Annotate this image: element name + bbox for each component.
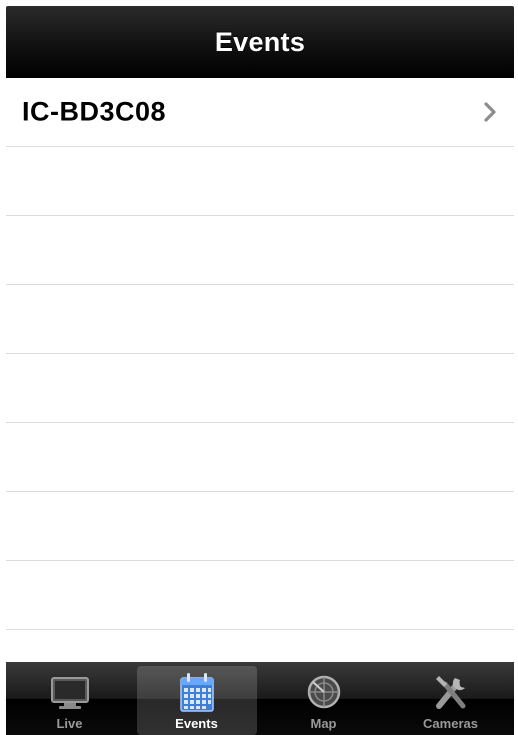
calendar-icon	[179, 673, 214, 712]
tab-map[interactable]: Map	[264, 662, 384, 735]
tab-label: Cameras	[423, 716, 478, 731]
tab-cameras[interactable]: Cameras	[391, 662, 511, 735]
list-row-empty	[6, 354, 514, 423]
list-row-empty	[6, 561, 514, 630]
list-row-empty	[6, 630, 514, 662]
page-title: Events	[214, 26, 306, 57]
tv-icon	[50, 677, 89, 709]
events-list: IC-BD3C08	[6, 78, 514, 662]
list-row-empty	[6, 285, 514, 354]
list-row-empty	[6, 423, 514, 492]
chevron-right-icon	[484, 102, 496, 122]
list-item-camera[interactable]: IC-BD3C08	[6, 78, 514, 147]
tab-label: Events	[175, 716, 218, 731]
navigation-bar: Events	[6, 6, 514, 78]
list-item-label: IC-BD3C08	[22, 96, 167, 127]
tab-events[interactable]: Events	[136, 666, 257, 735]
tab-label: Map	[310, 716, 337, 731]
tab-bar: Live Events Map Cameras	[6, 662, 514, 735]
list-row-empty	[6, 492, 514, 561]
list-row-empty	[6, 216, 514, 285]
tab-label: Live	[56, 716, 83, 731]
tools-icon	[435, 676, 465, 709]
events-screen: Events IC-BD3C08 Live Events Map Cameras	[0, 0, 518, 735]
tab-live[interactable]: Live	[10, 662, 130, 735]
list-row-empty	[6, 147, 514, 216]
radar-icon	[307, 675, 340, 709]
